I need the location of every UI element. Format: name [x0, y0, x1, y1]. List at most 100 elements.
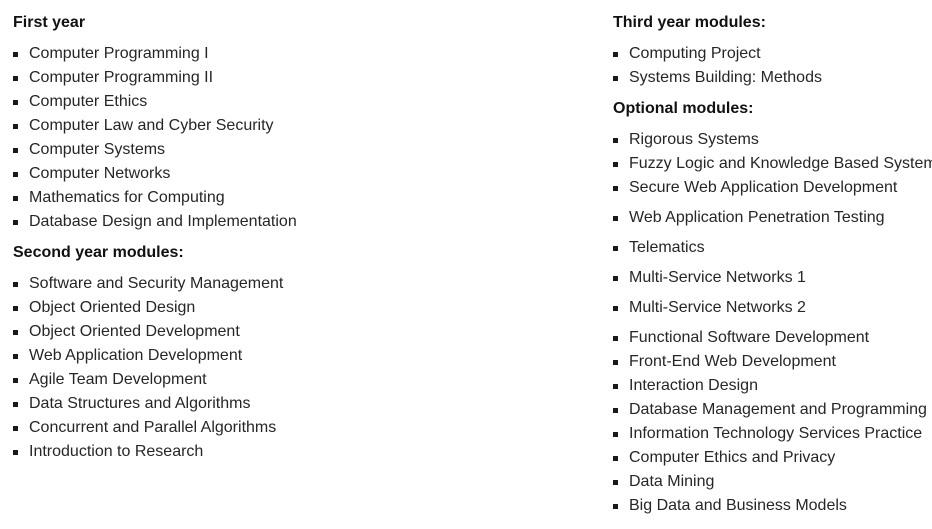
- bullet-icon: [13, 282, 18, 287]
- module-name: Fuzzy Logic and Knowledge Based Systems: [629, 155, 932, 172]
- bullet-icon: [613, 336, 618, 341]
- bullet-icon: [13, 148, 18, 153]
- module-name: Database Design and Implementation: [29, 213, 297, 230]
- bullet-icon: [613, 216, 618, 221]
- list-item: Computer Programming II: [13, 66, 573, 90]
- module-name: Concurrent and Parallel Algorithms: [29, 419, 277, 436]
- module-name: Web Application Development: [29, 347, 243, 364]
- bullet-icon: [613, 246, 618, 251]
- module-name: Multi-Service Networks 2: [629, 299, 806, 316]
- module-name: Object Oriented Design: [29, 299, 196, 316]
- list-item: Rigorous Systems: [613, 128, 932, 152]
- module-name: Functional Software Development: [629, 329, 870, 346]
- third-year-heading: Third year modules:: [613, 14, 766, 31]
- module-name: Computer Programming II: [29, 69, 214, 86]
- first-year-list: Computer Programming I Computer Programm…: [13, 42, 573, 234]
- list-item: Fuzzy Logic and Knowledge Based Systems: [613, 152, 932, 176]
- module-name: Introduction to Research: [29, 443, 204, 460]
- bullet-icon: [13, 426, 18, 431]
- list-item: Systems Building: Methods: [613, 66, 932, 90]
- module-name: Computer Law and Cyber Security: [29, 117, 274, 134]
- third-year-list: Computing Project Systems Building: Meth…: [613, 42, 932, 90]
- bullet-icon: [13, 402, 18, 407]
- module-name: Computer Programming I: [29, 45, 209, 62]
- list-item: Multi-Service Networks 2: [613, 296, 932, 326]
- list-item: Software and Security Management: [13, 272, 573, 296]
- list-item: Data Mining: [613, 470, 932, 494]
- bullet-icon: [613, 162, 618, 167]
- module-name: Secure Web Application Development: [629, 179, 898, 196]
- list-item: Web Application Development: [13, 344, 573, 368]
- list-item: Secure Web Application Development: [613, 176, 932, 206]
- list-item: Introduction to Research: [13, 440, 573, 464]
- module-name: Database Management and Programming: [629, 401, 927, 418]
- module-name: Interaction Design: [629, 377, 758, 394]
- list-item: Multi-Service Networks 1: [613, 266, 932, 296]
- list-item: Object Oriented Design: [13, 296, 573, 320]
- list-item: Computer Networks: [13, 162, 573, 186]
- module-name: Object Oriented Development: [29, 323, 240, 340]
- list-item: Big Data and Business Models: [613, 494, 932, 518]
- list-item: Functional Software Development: [613, 326, 932, 350]
- optional-heading: Optional modules:: [613, 100, 754, 117]
- module-name: Systems Building: Methods: [629, 69, 822, 86]
- module-name: Multi-Service Networks 1: [629, 269, 806, 286]
- bullet-icon: [13, 76, 18, 81]
- module-name: Mathematics for Computing: [29, 189, 225, 206]
- bullet-icon: [613, 456, 618, 461]
- module-name: Telematics: [629, 239, 705, 256]
- list-item: Computing Project: [613, 42, 932, 66]
- list-item: Information Technology Services Practice: [613, 422, 932, 446]
- list-item: Interaction Design: [613, 374, 932, 398]
- bullet-icon: [13, 124, 18, 129]
- module-name: Data Mining: [629, 473, 715, 490]
- bullet-icon: [613, 360, 618, 365]
- list-item: Object Oriented Development: [13, 320, 573, 344]
- bullet-icon: [13, 172, 18, 177]
- list-item: Front-End Web Development: [613, 350, 932, 374]
- module-name: Rigorous Systems: [629, 131, 759, 148]
- list-item: Mathematics for Computing: [13, 186, 573, 210]
- list-item: Concurrent and Parallel Algorithms: [13, 416, 573, 440]
- module-name: Big Data and Business Models: [629, 497, 847, 514]
- module-name: Information Technology Services Practice: [629, 425, 923, 442]
- bullet-icon: [13, 354, 18, 359]
- bullet-icon: [613, 384, 618, 389]
- second-year-list: Software and Security Management Object …: [13, 272, 573, 464]
- bullet-icon: [13, 330, 18, 335]
- bullet-icon: [613, 432, 618, 437]
- module-name: Computer Networks: [29, 165, 171, 182]
- module-name: Computer Ethics and Privacy: [629, 449, 836, 466]
- bullet-icon: [13, 306, 18, 311]
- module-name: Computing Project: [629, 45, 761, 62]
- list-item: Computer Ethics and Privacy: [613, 446, 932, 470]
- bullet-icon: [13, 52, 18, 57]
- left-column: First year Computer Programming I Comput…: [13, 0, 573, 464]
- bullet-icon: [613, 306, 618, 311]
- bullet-icon: [613, 52, 618, 57]
- module-name: Web Application Penetration Testing: [629, 209, 885, 226]
- module-name: Data Structures and Algorithms: [29, 395, 251, 412]
- list-item: Web Application Penetration Testing: [613, 206, 932, 236]
- module-name: Computer Ethics: [29, 93, 148, 110]
- list-item: Computer Programming I: [13, 42, 573, 66]
- list-item: Computer Systems: [13, 138, 573, 162]
- bullet-icon: [613, 138, 618, 143]
- module-name: Computer Systems: [29, 141, 166, 158]
- list-item: Telematics: [613, 236, 932, 266]
- right-column: Third year modules: Computing Project Sy…: [613, 0, 932, 518]
- list-item: Agile Team Development: [13, 368, 573, 392]
- list-item: Computer Law and Cyber Security: [13, 114, 573, 138]
- bullet-icon: [613, 186, 618, 191]
- bullet-icon: [613, 76, 618, 81]
- list-item: Database Design and Implementation: [13, 210, 573, 234]
- module-name: Front-End Web Development: [629, 353, 836, 370]
- module-name: Agile Team Development: [29, 371, 207, 388]
- module-name: Software and Security Management: [29, 275, 284, 292]
- bullet-icon: [613, 480, 618, 485]
- bullet-icon: [13, 450, 18, 455]
- bullet-icon: [13, 100, 18, 105]
- bullet-icon: [613, 504, 618, 509]
- list-item: Data Structures and Algorithms: [13, 392, 573, 416]
- second-year-heading: Second year modules:: [13, 244, 184, 261]
